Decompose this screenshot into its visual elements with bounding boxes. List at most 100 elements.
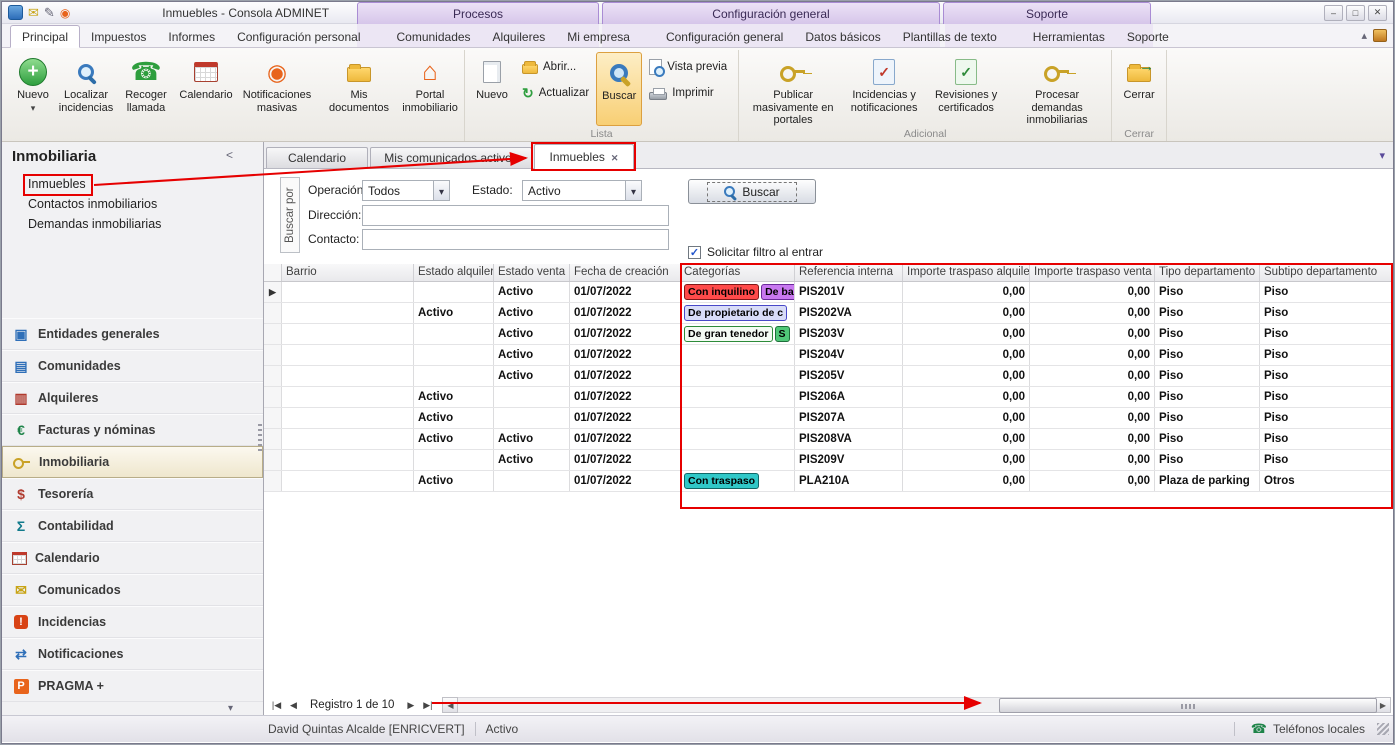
ribbon-tab[interactable]: Soporte: [1116, 26, 1180, 47]
sidebar-module-tesoreria[interactable]: Tesorería: [2, 478, 263, 510]
nuevo-button[interactable]: Nuevo: [10, 52, 56, 126]
signal-icon[interactable]: [60, 6, 70, 20]
imprimir-button[interactable]: Imprimir: [644, 82, 732, 104]
tab-mis-comunicados-activos[interactable]: Mis comunicados activos: [370, 147, 532, 168]
sidebar-module-entidades-generales[interactable]: Entidades generales: [2, 318, 263, 350]
scroll-right-icon[interactable]: ▶: [1375, 697, 1391, 713]
sidebar-item-demandas-inmobiliarias[interactable]: Demandas inmobiliarias: [2, 214, 263, 234]
scroll-left-icon[interactable]: ◀: [442, 697, 458, 713]
column-header[interactable]: Categorías: [682, 264, 795, 281]
ribbon-tab[interactable]: Plantillas de texto: [892, 26, 1008, 47]
tab-inmuebles[interactable]: Inmuebles: [534, 144, 634, 169]
table-row[interactable]: Activo01/07/2022PIS206A0,000,00PisoPiso: [264, 387, 1393, 408]
table-row[interactable]: Activo01/07/2022Con traspasoPLA210A0,000…: [264, 471, 1393, 492]
publicar-masivamente-button[interactable]: Publicar masivamente en portales: [743, 52, 843, 127]
cerrar-button[interactable]: Cerrar: [1116, 52, 1162, 126]
ribbon-tab[interactable]: Impuestos: [80, 26, 157, 47]
sidebar-item-inmuebles[interactable]: Inmuebles: [2, 174, 263, 194]
table-row[interactable]: Activo01/07/2022PIS205V0,000,00PisoPiso: [264, 366, 1393, 387]
table-row[interactable]: Activo01/07/2022PIS209V0,000,00PisoPiso: [264, 450, 1393, 471]
column-header[interactable]: Estado venta: [494, 264, 570, 281]
sidebar-module-incidencias[interactable]: Incidencias: [2, 606, 263, 638]
close-tab-icon[interactable]: [611, 150, 619, 164]
procesar-demandas-button[interactable]: Procesar demandas inmobiliarias: [1007, 52, 1107, 127]
sidebar-module-comunidades[interactable]: Comunidades: [2, 350, 263, 382]
table-row[interactable]: Activo01/07/2022De gran tenedorSPIS203V0…: [264, 324, 1393, 345]
horizontal-scrollbar[interactable]: ◀ ▶: [442, 697, 1391, 714]
table-row[interactable]: ActivoActivo01/07/2022De propietario de …: [264, 303, 1393, 324]
operacion-dropdown[interactable]: Todos: [362, 180, 450, 201]
localizar-incidencias-button[interactable]: Localizar incidencias: [56, 52, 116, 126]
sidebar-module-contabilidad[interactable]: Contabilidad: [2, 510, 263, 542]
mail-icon[interactable]: [28, 5, 39, 21]
filter-checkbox[interactable]: [688, 246, 701, 259]
ribbon-tab[interactable]: Herramientas: [1022, 26, 1116, 47]
mis-documentos-button[interactable]: Mis documentos: [318, 52, 400, 126]
buscar-filter-button[interactable]: Buscar: [688, 179, 816, 204]
column-header[interactable]: Tipo departamento: [1155, 264, 1260, 281]
vista-previa-button[interactable]: Vista previa: [644, 56, 732, 78]
column-header[interactable]: [264, 264, 282, 281]
first-record-button[interactable]: |◀: [268, 700, 285, 711]
next-record-button[interactable]: ▶: [402, 700, 419, 711]
tab-calendario[interactable]: Calendario: [266, 147, 368, 168]
direccion-input[interactable]: [362, 205, 669, 226]
recoger-llamada-button[interactable]: Recoger llamada: [116, 52, 176, 126]
table-row[interactable]: Activo01/07/2022PIS204V0,000,00PisoPiso: [264, 345, 1393, 366]
collapse-ribbon-chevron-icon[interactable]: [1361, 28, 1367, 42]
calendario-button[interactable]: Calendario: [176, 52, 236, 126]
collapse-panel-icon[interactable]: [226, 148, 233, 172]
portal-inmobiliario-button[interactable]: Portal inmobiliario: [400, 52, 460, 126]
contacto-input[interactable]: [362, 229, 669, 250]
maximize-button[interactable]: □: [1346, 5, 1365, 21]
contextual-group[interactable]: Procesos: [357, 2, 599, 24]
estado-dropdown[interactable]: Activo: [522, 180, 642, 201]
prev-record-button[interactable]: ◀: [285, 700, 302, 711]
buscar-button[interactable]: Buscar: [596, 52, 642, 126]
ribbon-tab[interactable]: Mi empresa: [556, 26, 641, 47]
edit-icon[interactable]: [44, 5, 55, 21]
sidebar-module-facturas-y-nominas[interactable]: Facturas y nóminas: [2, 414, 263, 446]
ribbon-tab[interactable]: Datos básicos: [794, 26, 891, 47]
local-phones-label[interactable]: Teléfonos locales: [1273, 722, 1365, 736]
contextual-group[interactable]: Configuración general: [602, 2, 940, 24]
actualizar-button[interactable]: Actualizar: [517, 82, 594, 104]
ribbon-tab[interactable]: Configuración personal: [226, 26, 371, 47]
scrollbar-thumb[interactable]: [999, 698, 1377, 713]
column-header[interactable]: Importe traspaso alquiler: [903, 264, 1030, 281]
column-header[interactable]: Estado alquiler: [414, 264, 494, 281]
column-header[interactable]: Referencia interna: [795, 264, 903, 281]
sidebar-module-notificaciones[interactable]: Notificaciones: [2, 638, 263, 670]
ribbon-tab[interactable]: Alquileres: [482, 26, 557, 47]
sidebar-module-alquileres[interactable]: Alquileres: [2, 382, 263, 414]
sidebar-module-pragma[interactable]: PRAGMA +: [2, 670, 263, 702]
help-panel-icon[interactable]: [1373, 29, 1387, 42]
ribbon-tab[interactable]: Informes: [157, 26, 226, 47]
abrir-button[interactable]: Abrir...: [517, 56, 594, 78]
minimize-button[interactable]: –: [1324, 5, 1343, 21]
ribbon-tab[interactable]: Principal: [10, 25, 80, 48]
modules-collapse-chevron-icon[interactable]: [228, 703, 233, 714]
incidencias-notificaciones-button[interactable]: Incidencias y notificaciones: [843, 52, 925, 127]
sidebar-module-calendario[interactable]: Calendario: [2, 542, 263, 574]
splitter-handle[interactable]: [258, 424, 262, 452]
ribbon-tab[interactable]: Comunidades: [386, 26, 482, 47]
close-button[interactable]: ✕: [1368, 5, 1387, 21]
tab-list-chevron-icon[interactable]: [1379, 148, 1385, 162]
nuevo-lista-button[interactable]: Nuevo: [469, 52, 515, 126]
table-row[interactable]: ▶Activo01/07/2022Con inquilinoDe baPIS20…: [264, 282, 1393, 303]
sidebar-module-comunicados[interactable]: Comunicados: [2, 574, 263, 606]
notificaciones-masivas-button[interactable]: Notificaciones masivas: [236, 52, 318, 126]
last-record-button[interactable]: ▶|: [419, 700, 436, 711]
revisiones-certificados-button[interactable]: Revisiones y certificados: [925, 52, 1007, 127]
column-header[interactable]: Barrio: [282, 264, 414, 281]
table-row[interactable]: ActivoActivo01/07/2022PIS208VA0,000,00Pi…: [264, 429, 1393, 450]
contextual-group[interactable]: Soporte: [943, 2, 1151, 24]
sidebar-module-inmobiliaria[interactable]: Inmobiliaria: [2, 446, 263, 478]
resize-grip[interactable]: [1377, 723, 1389, 735]
column-header[interactable]: Fecha de creación: [570, 264, 682, 281]
column-header[interactable]: Importe traspaso venta: [1030, 264, 1155, 281]
sidebar-item-contactos-inmobiliarios[interactable]: Contactos inmobiliarios: [2, 194, 263, 214]
table-row[interactable]: Activo01/07/2022PIS207A0,000,00PisoPiso: [264, 408, 1393, 429]
app-icon[interactable]: [8, 5, 23, 20]
